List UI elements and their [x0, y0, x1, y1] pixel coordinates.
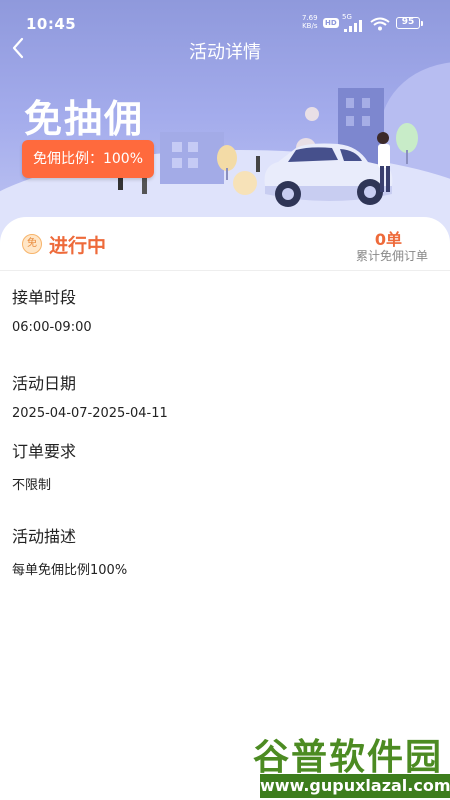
- hd-badge: HD: [323, 18, 339, 28]
- detail-value: 06:00-09:00: [12, 320, 92, 335]
- ratio-badge: 免佣比例：100%: [22, 140, 154, 178]
- detail-value: 每单免佣比例100%: [12, 563, 128, 578]
- detail-label: 活动日期: [12, 374, 77, 393]
- activity-status: 进行中: [49, 235, 107, 257]
- detail-label: 订单要求: [12, 442, 77, 461]
- status-bar: 10:45 7.69 KB/s HD 5G 95: [0, 0, 450, 36]
- network-speed-value: 7.69: [302, 14, 318, 22]
- watermark-url: www.gupuxlazal.com: [260, 774, 450, 798]
- status-card: 免 进行中 0单 累计免佣订单: [0, 217, 450, 271]
- detail-activity-date: 活动日期 2025-04-07-2025-04-11: [12, 370, 168, 421]
- battery-icon: 95: [396, 17, 423, 29]
- signal-icon: [344, 20, 362, 32]
- detail-order-time: 接单时段 06:00-09:00: [12, 284, 92, 335]
- network-speed: 7.69 KB/s: [302, 14, 318, 30]
- detail-activity-description: 活动描述 每单免佣比例100%: [12, 523, 127, 578]
- detail-label: 活动描述: [12, 527, 77, 546]
- watermark: 谷普软件园 www.gupuxlazal.com: [246, 728, 450, 800]
- status-time: 10:45: [26, 15, 77, 33]
- promo-title: 免抽佣: [24, 97, 145, 141]
- detail-order-requirement: 订单要求 不限制: [12, 438, 76, 493]
- wifi-icon: [370, 17, 390, 31]
- order-count-label: 累计免佣订单: [355, 249, 428, 263]
- detail-value: 不限制: [12, 478, 52, 493]
- network-speed-unit: KB/s: [302, 22, 318, 30]
- detail-label: 接单时段: [12, 288, 77, 307]
- coin-icon: 免: [22, 234, 42, 254]
- car-illustration: [118, 88, 418, 207]
- watermark-text: 谷普软件园: [252, 737, 443, 778]
- detail-value: 2025-04-07-2025-04-11: [12, 406, 168, 421]
